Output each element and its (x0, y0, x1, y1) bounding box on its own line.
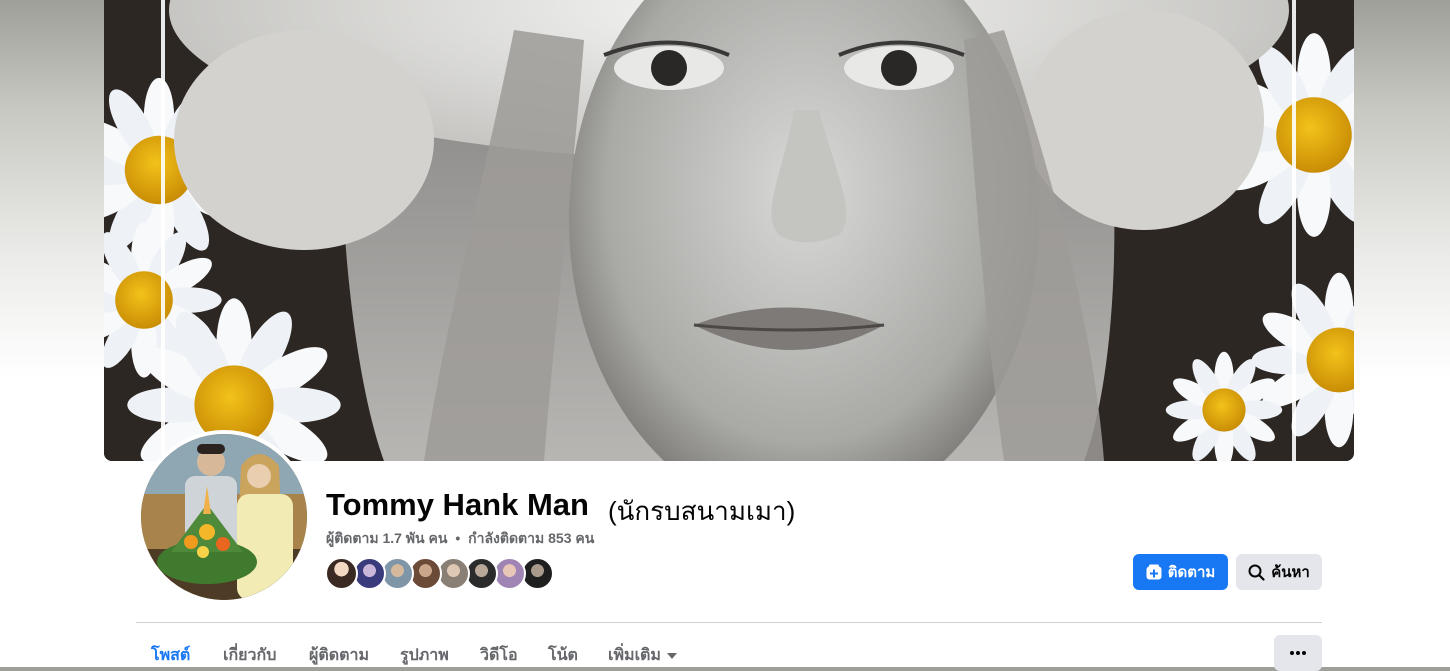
followers-count-link[interactable]: ผู้ติดตาม 1.7 พัน คน (326, 530, 447, 546)
tab-photos[interactable]: รูปภาพ (400, 643, 449, 668)
tab-more[interactable]: เพิ่มเติม (608, 643, 677, 668)
follower-avatar[interactable] (325, 557, 358, 590)
tab-followers[interactable]: ผู้ติดตาม (309, 643, 369, 668)
search-icon (1248, 564, 1265, 581)
tab-videos[interactable]: วิดีโอ (480, 643, 518, 668)
profile-alternate-name: (นักรบสนามเมา) (608, 496, 796, 526)
tab-about[interactable]: เกี่ยวกับ (223, 643, 276, 668)
follow-button[interactable]: ติดตาม (1133, 554, 1228, 590)
profile-avatar[interactable] (137, 430, 311, 604)
following-count-link[interactable]: กำลังติดตาม 853 คน (468, 530, 594, 546)
follow-button-label: ติดตาม (1167, 564, 1216, 581)
caret-down-icon (666, 652, 677, 659)
follow-plus-icon (1146, 564, 1162, 580)
more-options-button[interactable] (1274, 635, 1322, 671)
header-divider (136, 622, 1322, 623)
tab-notes[interactable]: โน้ต (548, 643, 578, 668)
search-profile-button[interactable]: ค้นหา (1236, 554, 1322, 590)
cover-photo[interactable] (104, 0, 1354, 461)
more-horizontal-icon (1290, 651, 1306, 655)
search-button-label: ค้นหา (1271, 564, 1310, 581)
tab-posts[interactable]: โพสต์ (151, 643, 190, 668)
profile-name: Tommy Hank Man (326, 487, 589, 522)
profile-stats: ผู้ติดตาม 1.7 พัน คน • กำลังติดตาม 853 ค… (326, 528, 594, 550)
tab-more-label: เพิ่มเติม (608, 647, 661, 664)
stats-separator: • (455, 530, 461, 546)
